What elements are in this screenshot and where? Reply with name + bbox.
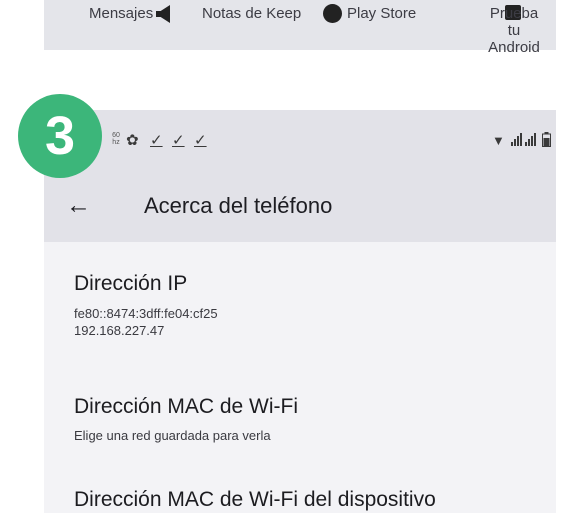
preference-title: Dirección MAC de Wi-Fi del dispositivo bbox=[74, 488, 436, 511]
phone-screen: 60 hz ✿ ✓ ✓ ✓ ▼ ← Acerca del teléfono Di… bbox=[44, 110, 556, 513]
app-bar: ← Acerca del teléfono bbox=[44, 170, 556, 242]
battery-icon bbox=[542, 132, 551, 147]
home-icon[interactable] bbox=[323, 4, 342, 23]
refresh-rate-indicator: 60 hz bbox=[112, 132, 120, 146]
back-arrow-icon[interactable]: ← bbox=[66, 191, 91, 219]
preference-title: Dirección IP bbox=[74, 272, 188, 295]
signal-icon bbox=[511, 133, 536, 146]
app-label-prueba-tu-android[interactable]: Prueba tu Android bbox=[483, 5, 545, 56]
step-number-badge: 3 bbox=[18, 94, 102, 178]
back-icon[interactable] bbox=[156, 5, 170, 23]
step-number: 3 bbox=[44, 106, 76, 166]
download-done-icon: ✓ bbox=[172, 132, 185, 149]
home-screen-strip: Mensajes Notas de Keep Play Store Prueba… bbox=[44, 0, 556, 56]
app-label-play-store[interactable]: Play Store bbox=[347, 5, 416, 23]
download-done-icon: ✓ bbox=[194, 132, 207, 149]
gear-icon: ✿ bbox=[126, 132, 139, 149]
preference-title: Dirección MAC de Wi-Fi bbox=[74, 395, 299, 418]
preference-summary: fe80::8474:3dff:fe04:cf25 bbox=[74, 306, 218, 321]
preference-summary: Elige una red guardada para verla bbox=[74, 428, 271, 443]
app-label-mensajes[interactable]: Mensajes bbox=[89, 5, 153, 23]
app-label-notas-de-keep[interactable]: Notas de Keep bbox=[202, 5, 301, 23]
preference-summary: 192.168.227.47 bbox=[74, 323, 165, 338]
download-done-icon: ✓ bbox=[150, 132, 163, 149]
page-title: Acerca del teléfono bbox=[144, 193, 333, 218]
wifi-icon: ▼ bbox=[492, 133, 505, 148]
status-bar: 60 hz ✿ ✓ ✓ ✓ ▼ bbox=[44, 110, 556, 170]
